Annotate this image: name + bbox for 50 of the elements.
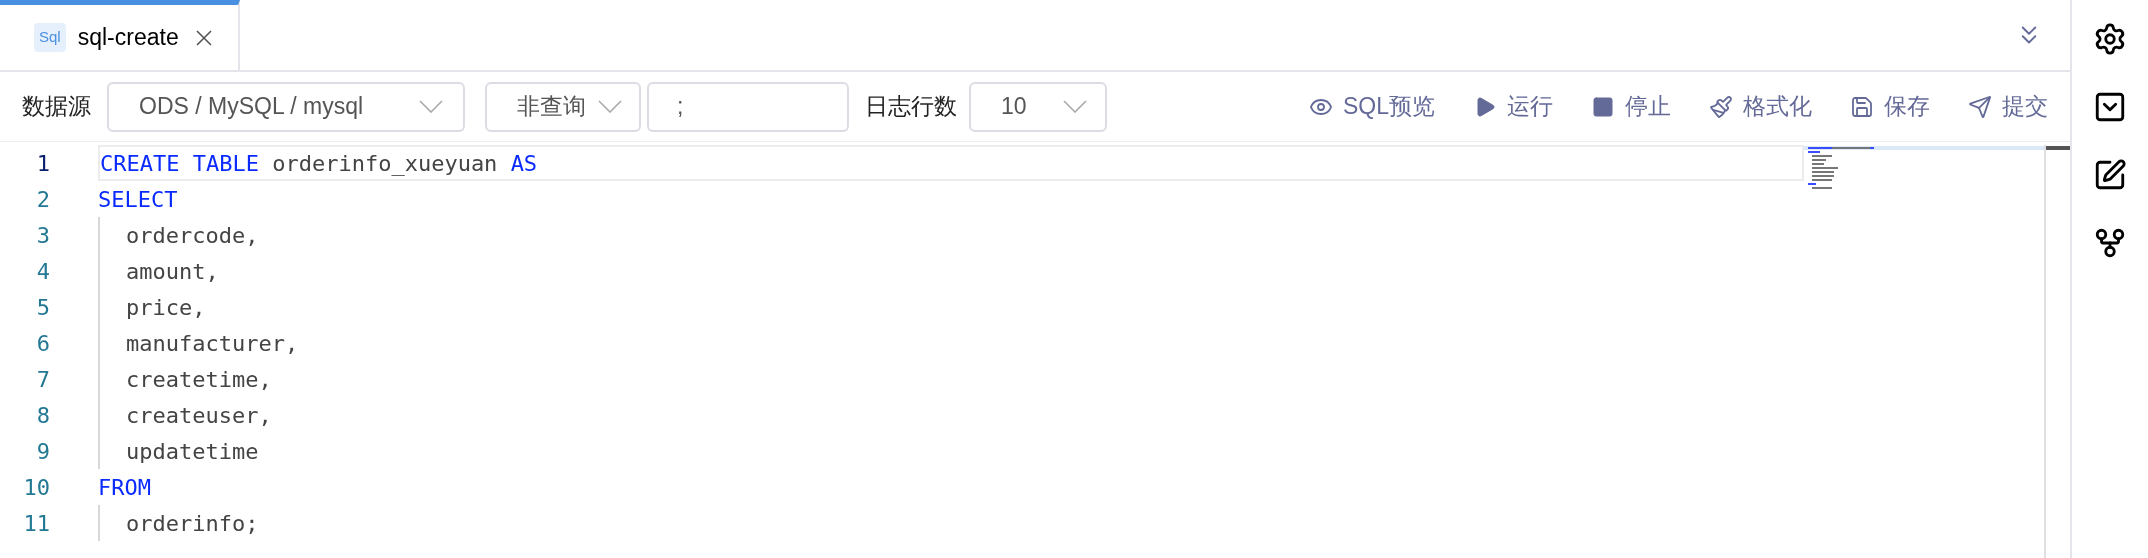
close-icon[interactable] (194, 28, 213, 47)
send-icon (1968, 94, 1992, 119)
code-line: createuser, (98, 397, 1804, 433)
line-number: 4 (35, 257, 50, 286)
line-number: 11 (22, 509, 50, 538)
line-number: 6 (35, 329, 50, 358)
toolbar-action-button[interactable]: SQL预览 (1308, 89, 1435, 124)
code-line: amount, (98, 253, 1804, 289)
toolbar-action-button[interactable]: 提交 (1968, 89, 2048, 124)
toolbar-action-button[interactable]: 格式化 (1709, 89, 1812, 124)
toolbar-action-button[interactable]: 运行 (1473, 89, 1553, 124)
line-number: 8 (35, 401, 50, 430)
line-number: 5 (35, 293, 50, 322)
line-number: 9 (35, 437, 50, 466)
settings-icon[interactable] (2093, 22, 2127, 56)
branch-icon[interactable] (2093, 226, 2127, 260)
note-edit-icon[interactable] (2093, 158, 2127, 192)
chevron-down-icon (1063, 100, 1087, 113)
log-rows-select[interactable]: 10 (969, 81, 1107, 132)
datasource-label: 数据源 (22, 92, 91, 122)
log-rows-label: 日志行数 (865, 92, 957, 122)
code-line: createtime, (98, 361, 1804, 397)
save-icon (1850, 94, 1874, 119)
datasource-select[interactable]: ODS / MySQL / mysql (107, 81, 465, 132)
query-type-select[interactable]: 非查询 (485, 81, 641, 132)
stop-icon (1591, 94, 1615, 119)
editor-tab[interactable]: Sql sql-create (0, 0, 240, 70)
toolbar-action-button[interactable]: 保存 (1850, 89, 1930, 124)
code-line: manufacturer, (98, 325, 1804, 361)
line-number: 7 (35, 365, 50, 394)
line-number: 10 (22, 473, 50, 502)
delimiter-field[interactable]: ; (647, 81, 849, 132)
line-number: 2 (35, 185, 50, 214)
code-line: updatetime (98, 433, 1804, 469)
code-line: orderinfo; (98, 505, 1804, 541)
brush-icon (1709, 94, 1733, 119)
code-line: ordercode, (98, 217, 1804, 253)
indent-guide (98, 505, 100, 541)
toolbar-action-button[interactable]: 停止 (1591, 89, 1671, 124)
chevron-down-icon (598, 100, 622, 113)
code-line: FROM (98, 473, 152, 502)
sql-file-badge: Sql (34, 23, 66, 52)
download-box-icon[interactable] (2093, 90, 2127, 124)
scrollbar-thumb[interactable] (2046, 146, 2070, 150)
code-line: price, (98, 289, 1804, 325)
tab-label: sql-create (77, 23, 179, 53)
chevron-down-icon (419, 100, 443, 113)
code-line: SELECT (98, 185, 179, 214)
line-number: 3 (35, 221, 50, 250)
line-number: 1 (35, 149, 50, 178)
